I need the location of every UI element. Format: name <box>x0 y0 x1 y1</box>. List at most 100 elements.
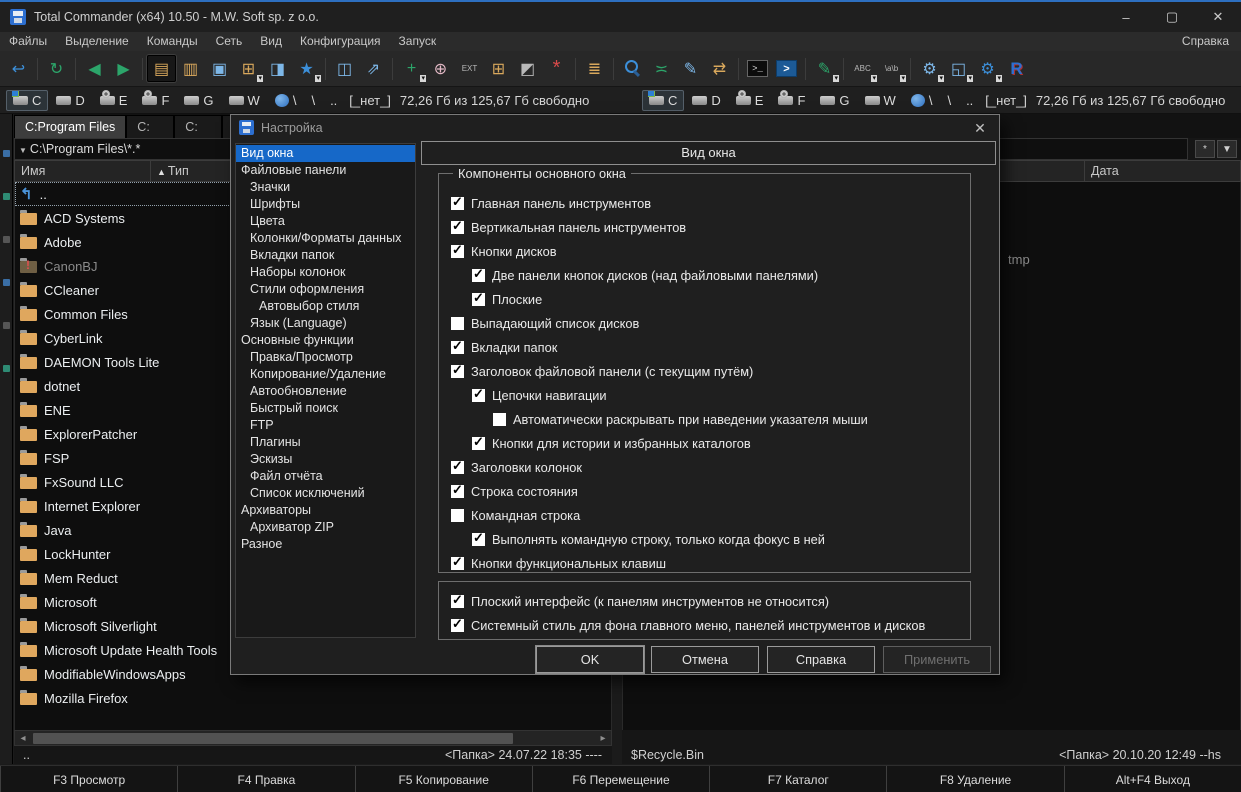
thumbnails-view-icon[interactable]: ▣ <box>205 55 234 82</box>
vertical-toolbar-icon-5[interactable] <box>2 322 10 329</box>
checkbox-row[interactable]: Вкладки папок <box>439 335 970 359</box>
display-settings-icon[interactable]: ◱ <box>944 55 974 82</box>
drive-button[interactable]: W <box>222 90 267 111</box>
toolbar-separator[interactable] <box>138 55 147 82</box>
settings-nav-item[interactable]: Архиваторы <box>236 502 415 519</box>
checkbox[interactable] <box>451 592 464 608</box>
full-view-icon[interactable]: ▥ <box>176 55 205 82</box>
drive-none-label[interactable]: [_нет_] <box>345 93 395 108</box>
toolbar-separator[interactable] <box>609 55 618 82</box>
toolbar-separator[interactable] <box>734 55 743 82</box>
checkbox-row[interactable]: Строка состояния <box>439 479 970 503</box>
checkbox-row[interactable]: Автоматически раскрывать при наведении у… <box>439 407 970 431</box>
powershell-icon[interactable]: > <box>772 55 801 82</box>
horizontal-scrollbar[interactable]: ◂ ▸ <box>14 730 612 746</box>
checkbox[interactable] <box>451 482 464 498</box>
checkbox-row[interactable]: Кнопки функциональных клавиш <box>439 551 970 575</box>
notepad-icon[interactable]: ✎ <box>810 55 840 82</box>
drive-button[interactable]: W <box>858 90 903 111</box>
settings-nav-item[interactable]: Вкладки папок <box>236 247 415 264</box>
registry-icon[interactable]: R <box>1002 55 1031 82</box>
new-tab-icon[interactable]: + <box>397 55 427 82</box>
options-gear-icon[interactable]: ⚙ <box>915 55 945 82</box>
settings-nav-item[interactable]: Список исключений <box>236 485 415 502</box>
menu-item[interactable]: Вид <box>251 32 291 51</box>
checkbox-row[interactable]: Системный стиль для фона главного меню, … <box>439 613 970 637</box>
drive-button[interactable]: C <box>642 90 685 111</box>
settings-nav-item[interactable]: Эскизы <box>236 451 415 468</box>
function-key-button[interactable]: F5 Копирование <box>354 766 532 792</box>
settings-nav-item[interactable]: Файл отчёта <box>236 468 415 485</box>
checkbox-row[interactable]: Плоский интерфейс (к панелям инструменто… <box>439 589 970 613</box>
maximize-panel-icon[interactable]: ⇗ <box>359 55 388 82</box>
scrollbar-thumb[interactable] <box>33 733 513 744</box>
checkbox[interactable] <box>451 554 464 570</box>
toolbar-separator[interactable] <box>71 55 80 82</box>
settings-nav-item[interactable]: Наборы колонок <box>236 264 415 281</box>
drive-button[interactable]: \ <box>940 90 958 111</box>
checkbox[interactable] <box>451 338 464 354</box>
function-key-button[interactable]: F3 Просмотр <box>0 766 177 792</box>
checkbox-row[interactable]: Командная строка <box>439 503 970 527</box>
toolbar-separator[interactable] <box>321 55 330 82</box>
history-dropdown-button[interactable]: ▼ <box>1217 140 1237 158</box>
dialog-button[interactable]: Справка <box>767 646 875 673</box>
checkbox[interactable] <box>451 362 464 378</box>
remove-filter-icon[interactable]: * <box>542 55 571 82</box>
settings-nav-item[interactable]: FTP <box>236 417 415 434</box>
toolbar-separator[interactable] <box>801 55 810 82</box>
new-extension-icon[interactable]: EXT <box>455 55 484 82</box>
settings-nav-item[interactable]: Автовыбор стиля <box>236 298 415 315</box>
checkbox-row[interactable]: Главная панель инструментов <box>439 191 970 215</box>
function-key-button[interactable]: F8 Удаление <box>886 766 1063 792</box>
dialog-close-icon[interactable]: ✕ <box>969 117 991 139</box>
folder-row[interactable]: Mozilla Firefox <box>15 686 611 710</box>
refresh-icon[interactable]: ↻ <box>42 55 71 82</box>
drive-button[interactable]: \ <box>268 90 304 111</box>
checkbox-row[interactable]: Кнопки дисков <box>439 239 970 263</box>
directory-tree-icon[interactable]: ⊞ <box>234 55 264 82</box>
checkbox[interactable] <box>451 194 464 210</box>
toolbar-separator[interactable] <box>839 55 848 82</box>
checkbox-row[interactable]: Две панели кнопок дисков (над файловыми … <box>439 263 970 287</box>
settings-nav-item[interactable]: Колонки/Форматы данных <box>236 230 415 247</box>
checkbox[interactable] <box>451 508 464 522</box>
folder-tab[interactable]: C: <box>174 115 223 138</box>
scroll-left-icon[interactable]: ◂ <box>15 733 31 744</box>
checkbox-row[interactable]: Выпадающий список дисков <box>439 311 970 335</box>
pack-gradient-icon[interactable]: ◩ <box>513 55 542 82</box>
checkbox[interactable] <box>451 458 464 474</box>
multi-rename-icon[interactable]: ✎ <box>676 55 705 82</box>
checkbox-row[interactable]: Плоские <box>439 287 970 311</box>
copy-names-icon[interactable]: ABC <box>848 55 878 82</box>
settings-nav-item[interactable]: Цвета <box>236 213 415 230</box>
checkbox[interactable] <box>493 412 506 426</box>
dialog-button[interactable]: Применить <box>883 646 991 673</box>
settings-nav-item[interactable]: Основные функции <box>236 332 415 349</box>
quick-view-icon[interactable]: ◨ <box>263 55 292 82</box>
checkbox[interactable] <box>451 316 464 330</box>
menu-item[interactable]: Сеть <box>207 32 252 51</box>
drive-button[interactable]: .. <box>959 90 980 111</box>
checkbox-row[interactable]: Цепочки навигации <box>439 383 970 407</box>
maximize-button[interactable]: ▢ <box>1149 2 1195 32</box>
settings-nav-item[interactable]: Шрифты <box>236 196 415 213</box>
drive-button[interactable]: \ <box>304 90 322 111</box>
menu-item[interactable]: Файлы <box>0 32 56 51</box>
scroll-right-icon[interactable]: ▸ <box>595 733 611 744</box>
menu-item[interactable]: Команды <box>138 32 207 51</box>
drive-button[interactable]: .. <box>323 90 344 111</box>
history-forward-icon[interactable]: ▶ <box>109 55 138 82</box>
menu-item-help[interactable]: Справка <box>1170 32 1241 51</box>
settings-nav-item[interactable]: Стили оформления <box>236 281 415 298</box>
favorites-button[interactable]: * <box>1195 140 1215 158</box>
brief-view-icon[interactable]: ▤ <box>147 55 176 82</box>
sync-dirs-icon[interactable]: ⇄ <box>705 55 734 82</box>
search-icon[interactable] <box>618 55 647 82</box>
checkbox-row[interactable]: Заголовок файловой панели (с текущим пут… <box>439 359 970 383</box>
function-key-button[interactable]: Alt+F4 Выход <box>1063 766 1241 792</box>
settings-nav-item[interactable]: Автообновление <box>236 383 415 400</box>
settings-nav-item[interactable]: Копирование/Удаление <box>236 366 415 383</box>
drive-button[interactable]: F <box>135 90 176 111</box>
new-file-icon[interactable]: ⊕ <box>426 55 455 82</box>
